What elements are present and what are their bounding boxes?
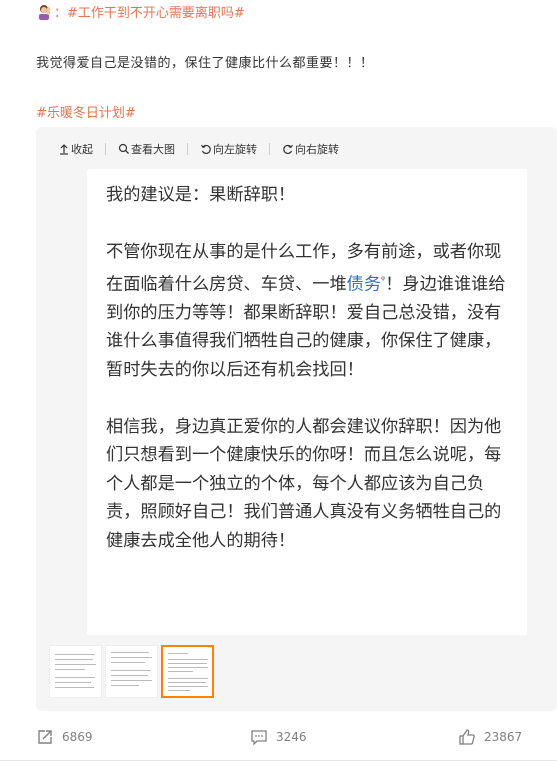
- thumbnail-1[interactable]: [49, 645, 102, 698]
- comment-button[interactable]: 3246: [250, 728, 307, 746]
- toolbar-divider: [105, 143, 106, 155]
- repost-count: 6869: [62, 730, 93, 744]
- tag-link[interactable]: #乐暖冬日计划#: [36, 102, 136, 121]
- media-panel: 收起 查看大图 向左旋转 向右旋转 我的建议是：果断辞职！ 不管你现在从事的是什…: [36, 127, 557, 711]
- rotate-left-label: 向左旋转: [213, 143, 257, 156]
- collapse-button[interactable]: 收起: [56, 141, 95, 157]
- like-button[interactable]: 23867: [458, 728, 522, 746]
- rotate-left-button[interactable]: 向左旋转: [198, 141, 259, 157]
- toolbar-divider: [269, 143, 270, 155]
- thumbnail-2[interactable]: [105, 645, 158, 698]
- rotate-right-button[interactable]: 向右旋转: [280, 141, 341, 157]
- thumbnail-strip: [49, 645, 214, 698]
- rotate-right-label: 向右旋转: [295, 143, 339, 156]
- post-text: 我觉得爱自己是没错的，保住了健康比什么都重要！！！: [36, 56, 374, 71]
- action-bar: 6869 3246 23867: [0, 728, 557, 752]
- repost-button[interactable]: 6869: [36, 728, 93, 746]
- magnifier-icon: [118, 143, 130, 155]
- view-large-label: 查看大图: [131, 143, 175, 156]
- collapse-icon: [58, 143, 70, 155]
- rotate-right-icon: [282, 143, 294, 155]
- comment-icon: [250, 728, 268, 746]
- rotate-left-icon: [200, 143, 212, 155]
- image-text: 我的建议是：果断辞职！ 不管你现在从事的是什么工作，多有前途，或者你现在面临着什…: [106, 181, 510, 555]
- thumbs-up-icon: [458, 728, 476, 746]
- like-count: 23867: [484, 730, 523, 744]
- comment-count: 3246: [276, 730, 307, 744]
- topic-separator: ：: [54, 6, 68, 21]
- large-image[interactable]: 我的建议是：果断辞职！ 不管你现在从事的是什么工作，多有前途，或者你现在面临着什…: [87, 169, 527, 635]
- collapse-label: 收起: [71, 143, 93, 156]
- image-paragraph-2: 不管你现在从事的是什么工作，多有前途，或者你现在面临着什么房贷、车贷、一堆债务ᵠ…: [106, 238, 510, 384]
- view-large-button[interactable]: 查看大图: [116, 141, 177, 157]
- topic-line: ： #工作干到不开心需要离职吗#: [36, 2, 245, 21]
- bottom-divider: [0, 760, 557, 761]
- media-toolbar: 收起 查看大图 向左旋转 向右旋转: [56, 139, 341, 159]
- image-paragraph-3: 相信我，身边真正爱你的人都会建议你辞职！因为他们只想看到一个健康快乐的你呀！而且…: [106, 416, 502, 551]
- thumbnail-3-selected[interactable]: [161, 645, 214, 698]
- topic-link[interactable]: #工作干到不开心需要离职吗#: [67, 2, 245, 21]
- image-paragraph-1: 我的建议是：果断辞职！: [106, 185, 296, 205]
- debt-link[interactable]: 债务: [347, 274, 381, 294]
- toolbar-divider: [187, 143, 188, 155]
- repost-icon: [36, 728, 54, 746]
- person-emoji-icon: [36, 4, 52, 20]
